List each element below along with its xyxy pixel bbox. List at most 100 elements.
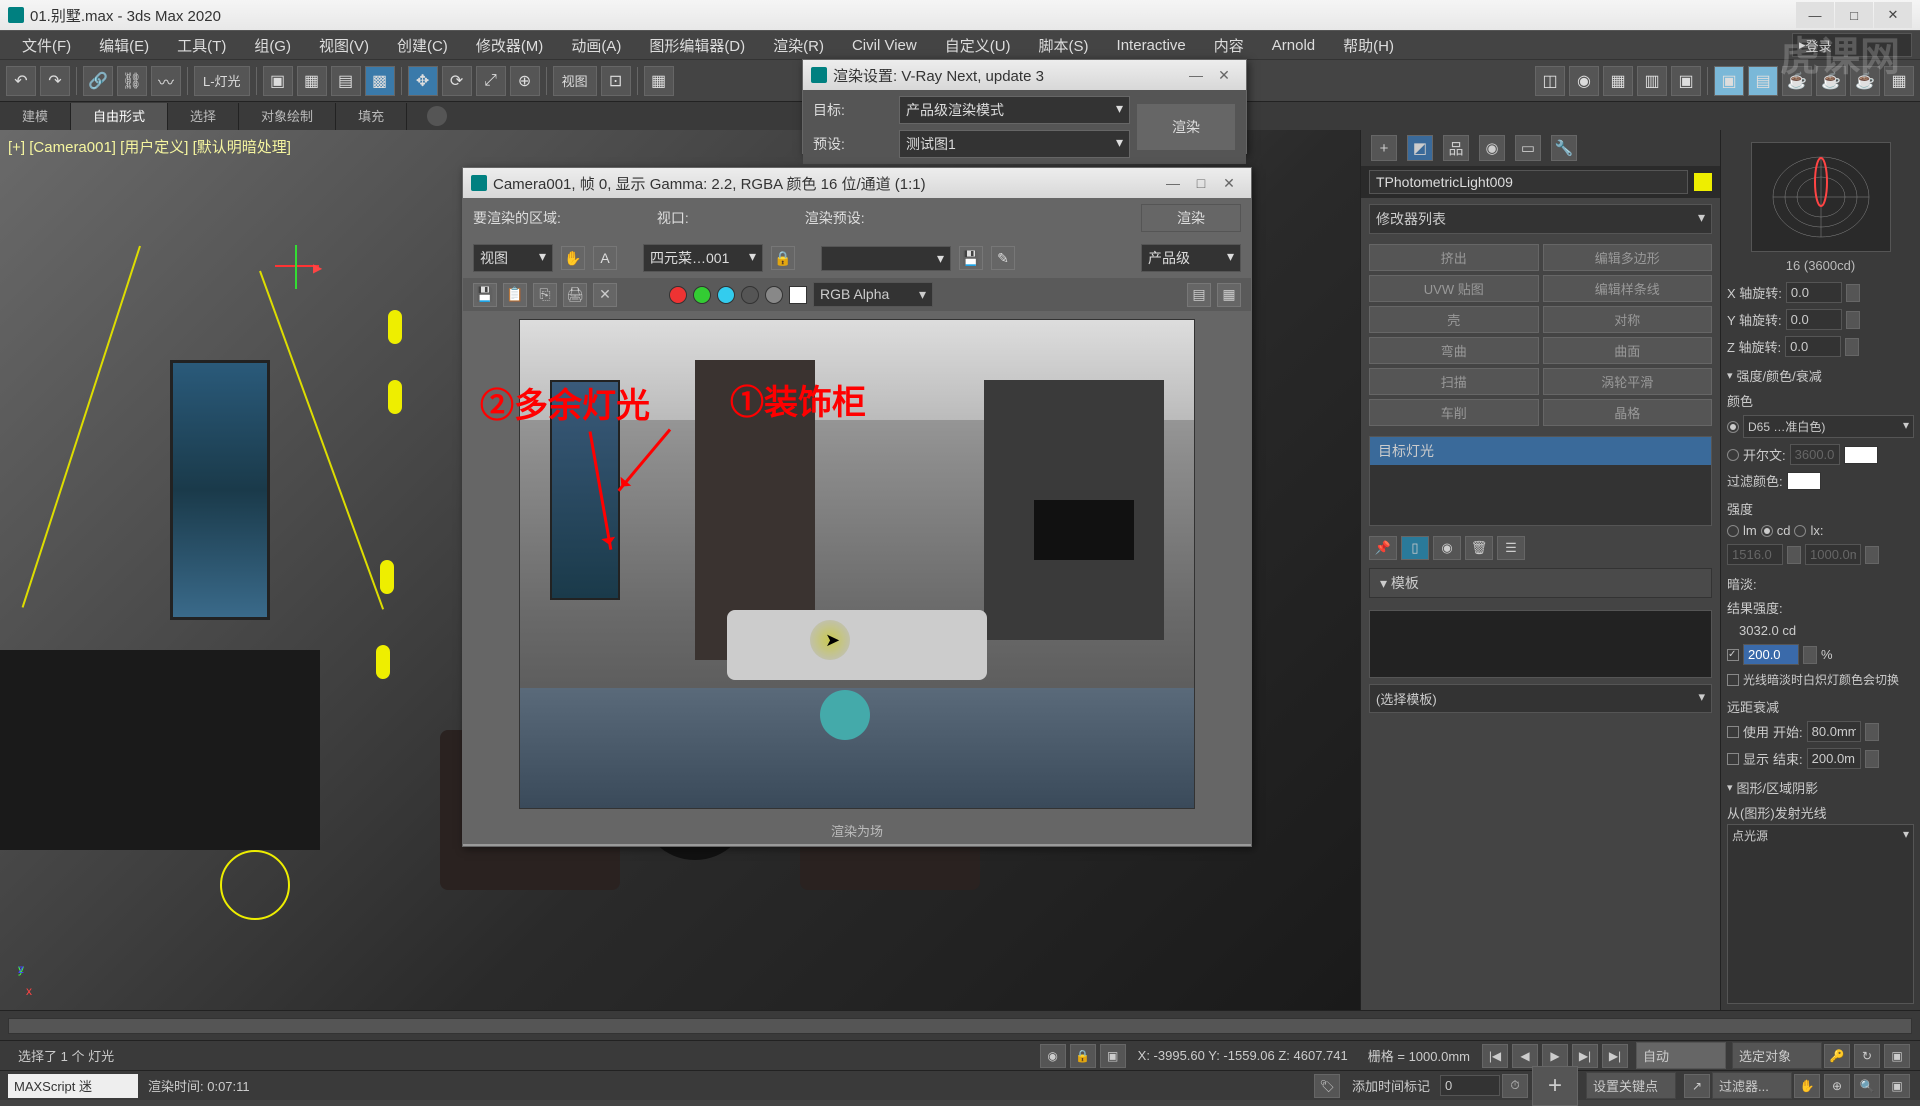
key-icon3[interactable]: ▣ [1884,1044,1910,1068]
keyfilter-icon[interactable]: ↗ [1684,1074,1710,1098]
menu-views[interactable]: 视图(V) [305,35,383,56]
motion-tab-icon[interactable]: ◉ [1479,135,1505,161]
select-window-icon[interactable]: ▤ [331,66,361,96]
pan-icon[interactable]: ✋ [1794,1074,1820,1098]
maxscript-listener[interactable]: MAXScript 迷 [8,1074,138,1098]
menu-script[interactable]: 脚本(S) [1025,35,1103,56]
play-icon[interactable]: ▶ [1542,1044,1568,1068]
mod-uvw[interactable]: UVW 贴图 [1369,275,1539,302]
modifier-stack[interactable]: 目标灯光 [1369,436,1712,526]
material-icon[interactable]: ◉ [1569,66,1599,96]
close-icon[interactable]: ✕ [1210,64,1238,86]
zoom-icon[interactable]: 🔍 [1854,1074,1880,1098]
lock-icon[interactable]: 🔒 [1070,1044,1096,1068]
orbit-icon[interactable]: ⊕ [1824,1074,1850,1098]
time-config-icon[interactable]: ⏱ [1502,1074,1528,1098]
use-att-checkbox[interactable] [1727,726,1739,738]
select-crossing-icon[interactable]: ▩ [365,66,395,96]
object-name-input[interactable] [1369,170,1688,194]
green-channel-icon[interactable] [693,286,711,304]
show-end-icon[interactable]: ▯ [1401,536,1429,560]
vray-icon[interactable]: ▣ [1714,66,1744,96]
cd-radio[interactable] [1761,525,1773,537]
pivot-icon[interactable]: ⊡ [601,66,631,96]
tab-populate[interactable]: 填充 [336,103,407,130]
render-output-window[interactable]: Camera001, 帧 0, 显示 Gamma: 2.2, RGBA 颜色 1… [462,167,1252,847]
template-dropdown[interactable]: (选择模板)▾ [1369,684,1712,713]
redo-icon[interactable]: ↷ [40,66,70,96]
utilities-tab-icon[interactable]: 🔧 [1551,135,1577,161]
color-preset-radio[interactable] [1727,421,1739,433]
lock-viewport-icon[interactable]: 🔒 [771,246,795,270]
prev-frame-icon[interactable]: ◀ [1512,1044,1538,1068]
mod-symmetry[interactable]: 对称 [1543,306,1713,333]
timeline-track[interactable] [8,1018,1912,1034]
create-tab-icon[interactable]: + [1371,135,1397,161]
setkey-button[interactable]: + [1532,1066,1578,1106]
light-gizmo-icon[interactable] [220,850,290,920]
lm-radio[interactable] [1727,525,1739,537]
menu-civil[interactable]: Civil View [838,37,931,54]
print-icon[interactable]: 🖨 [563,283,587,307]
menu-customize[interactable]: 自定义(U) [931,35,1025,56]
color-preset-dropdown[interactable]: D65 …准白色)▾ [1743,415,1914,438]
preset-dropdown[interactable]: ▾ [821,246,951,271]
next-frame-icon[interactable]: ▶| [1572,1044,1598,1068]
ribbon-toggle-icon[interactable] [427,106,447,126]
selobj-dropdown[interactable]: 选定对象 [1732,1042,1822,1069]
viewport-label[interactable]: [+] [Camera001] [用户定义] [默认明暗处理] [8,136,291,157]
scale-icon[interactable]: ⤢ [476,66,506,96]
isolate-icon[interactable]: ◉ [1040,1044,1066,1068]
bg-swatch[interactable] [789,286,807,304]
light-helper-icon[interactable] [388,310,402,344]
render-icon[interactable]: ▣ [1671,66,1701,96]
mono-channel-icon[interactable] [765,286,783,304]
menu-content[interactable]: 内容 [1200,35,1258,56]
menu-group[interactable]: 组(G) [240,35,305,56]
mod-editspline[interactable]: 编辑样条线 [1543,275,1713,302]
region-auto-icon[interactable]: A [593,246,617,270]
alpha-channel-icon[interactable] [741,286,759,304]
menu-animation[interactable]: 动画(A) [557,35,635,56]
render-settings-window[interactable]: 渲染设置: V-Ray Next, update 3 — ✕ 目标: 产品级渲染… [802,59,1247,154]
goto-end-icon[interactable]: ▶| [1602,1044,1628,1068]
att-end-input[interactable] [1807,748,1861,769]
undo-icon[interactable]: ↶ [6,66,36,96]
move-gizmo-icon[interactable]: ▶ [275,245,325,295]
render-preset-dropdown[interactable]: 测试图1▾ [899,130,1130,158]
setkey-label[interactable]: 设置关键点 [1586,1072,1676,1099]
menu-graph[interactable]: 图形编辑器(D) [635,35,759,56]
menu-file[interactable]: 文件(F) [8,35,85,56]
dim-percent-input[interactable] [1743,644,1799,665]
menu-edit[interactable]: 编辑(E) [85,35,163,56]
key-icon2[interactable]: ↻ [1854,1044,1880,1068]
tag-icon[interactable]: 🏷 [1314,1074,1340,1098]
rotate-icon[interactable]: ⟳ [442,66,472,96]
hierarchy-tab-icon[interactable]: 品 [1443,135,1469,161]
mod-bend[interactable]: 弯曲 [1369,337,1539,364]
render-target-dropdown[interactable]: 产品级渲染模式▾ [899,96,1130,124]
region-edit-icon[interactable]: ✋ [561,246,585,270]
menu-tools[interactable]: 工具(T) [163,35,240,56]
link-icon[interactable]: 🔗 [83,66,113,96]
att-start-input[interactable] [1807,721,1861,742]
preset-save-icon[interactable]: 💾 [959,246,983,270]
tab-modeling[interactable]: 建模 [0,103,71,130]
intensity-input[interactable] [1727,544,1783,565]
schematic-icon[interactable]: ◫ [1535,66,1565,96]
maximize-icon[interactable]: □ [1187,172,1215,194]
object-color-swatch[interactable] [1694,173,1712,191]
mod-extrude[interactable]: 挤出 [1369,244,1539,271]
menu-create[interactable]: 创建(C) [383,35,462,56]
ro-render-button[interactable]: 渲染 [1141,204,1241,232]
select-icon[interactable]: ▣ [263,66,293,96]
timeline[interactable] [0,1010,1920,1040]
frame-input[interactable] [1440,1075,1500,1096]
tab-freeform[interactable]: 自由形式 [71,103,168,130]
stack-item[interactable]: 目标灯光 [1370,437,1711,465]
emit-shape-dropdown[interactable]: 点光源▾ [1727,824,1914,1004]
menu-modifiers[interactable]: 修改器(M) [462,35,558,56]
lx-radio[interactable] [1794,525,1806,537]
kelvin-radio[interactable] [1727,449,1739,461]
production-dropdown[interactable]: 产品级▾ [1141,244,1241,272]
